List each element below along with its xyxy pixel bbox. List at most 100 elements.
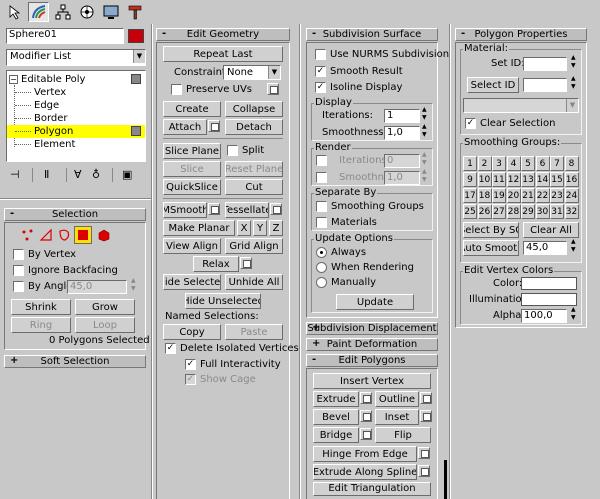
create-tab[interactable] — [4, 2, 25, 22]
stack-item-editable-poly[interactable]: − Editable Poly — [9, 73, 143, 86]
smoothing-group-button[interactable]: 18 — [477, 188, 492, 203]
render-smoothness-spinner[interactable] — [422, 168, 430, 185]
smoothing-group-button[interactable]: 31 — [550, 204, 564, 219]
reset-plane-button[interactable]: Reset Plane — [225, 161, 283, 177]
render-smoothness-input[interactable]: 1,0 — [384, 171, 420, 185]
paint-deformation-rollout-header[interactable]: + Paint Deformation — [306, 338, 438, 351]
stack-item-vertex[interactable]: Vertex — [15, 86, 145, 99]
quickslice-button[interactable]: QuickSlice — [163, 179, 221, 195]
subdivision-displacement-rollout-header[interactable]: + Subdivision Displacement — [306, 322, 438, 335]
edit-polygons-rollout-header[interactable]: - Edit Polygons — [306, 354, 438, 367]
angle-spinner[interactable] — [131, 277, 139, 294]
smoothing-group-button[interactable]: 8 — [564, 156, 579, 171]
use-nurms-checkbox[interactable]: Use NURMS Subdivision — [315, 49, 449, 60]
subdivision-surface-rollout-header[interactable]: - Subdivision Surface — [306, 28, 438, 41]
smoothing-group-button[interactable]: 17 — [463, 188, 477, 203]
loop-button[interactable]: Loop — [75, 317, 135, 333]
collapse-button[interactable]: Collapse — [225, 101, 283, 117]
bridge-settings-icon[interactable] — [360, 428, 372, 440]
bevel-settings-icon[interactable] — [360, 410, 372, 422]
material-name-dropdown[interactable]: ▼ — [463, 98, 579, 113]
make-planar-button[interactable]: Make Planar — [163, 220, 235, 236]
slice-plane-button[interactable]: Slice Plane — [163, 143, 221, 159]
smoothing-group-button[interactable]: 30 — [535, 204, 550, 219]
hide-selected-button[interactable]: Hide Selected — [163, 274, 221, 290]
split-checkbox[interactable]: Split — [227, 145, 264, 156]
ring-button[interactable]: Ring — [11, 317, 71, 333]
grid-align-button[interactable]: Grid Align — [225, 238, 283, 254]
relax-button[interactable]: Relax — [193, 256, 239, 272]
detach-button[interactable]: Detach — [225, 119, 283, 135]
smoothing-group-button[interactable]: 27 — [492, 204, 506, 219]
motion-tab[interactable] — [76, 2, 97, 22]
smoothing-group-button[interactable]: 21 — [521, 188, 535, 203]
smoothing-group-button[interactable]: 1 — [463, 156, 477, 171]
repeat-last-button[interactable]: Repeat Last — [163, 46, 283, 62]
select-by-sg-button[interactable]: Select By SG — [463, 222, 519, 238]
make-unique-icon[interactable]: ∀ — [74, 168, 90, 182]
by-vertex-checkbox[interactable]: By Vertex — [13, 249, 76, 260]
preserve-uvs-checkbox[interactable]: Preserve UVs — [171, 84, 252, 95]
smoothing-group-button[interactable]: 7 — [550, 156, 564, 171]
tessellate-settings-icon[interactable] — [270, 203, 282, 215]
smoothing-group-button[interactable]: 5 — [521, 156, 535, 171]
smoothing-group-button[interactable]: 14 — [535, 172, 550, 187]
msmooth-button[interactable]: MSmooth — [163, 202, 207, 218]
msmooth-settings-icon[interactable] — [208, 203, 220, 215]
extrude-along-spline-button[interactable]: Extrude Along Spline — [313, 464, 417, 480]
stack-item-element[interactable]: Element — [15, 138, 145, 151]
hierarchy-tab[interactable] — [52, 2, 73, 22]
unhide-all-button[interactable]: Unhide All — [225, 274, 283, 290]
always-radio[interactable]: Always — [316, 247, 366, 258]
auto-smooth-button[interactable]: Auto Smooth — [463, 240, 519, 256]
show-end-result-icon[interactable]: Ⅱ — [44, 168, 60, 182]
hide-unselected-button[interactable]: Hide Unselected — [185, 293, 261, 309]
select-id-spinner[interactable] — [571, 75, 579, 92]
polygon-mode-icon[interactable] — [74, 226, 92, 244]
grow-button[interactable]: Grow — [75, 299, 135, 315]
inset-settings-icon[interactable] — [420, 410, 432, 422]
smoothing-group-button[interactable]: 29 — [521, 204, 535, 219]
smoothness-input[interactable]: 1,0 — [384, 126, 420, 140]
paste-button[interactable]: Paste — [225, 324, 283, 340]
alpha-spinner[interactable] — [571, 306, 579, 323]
preserve-uvs-settings-icon[interactable] — [267, 83, 279, 95]
smoothing-group-button[interactable]: 12 — [506, 172, 521, 187]
render-iterations-input[interactable]: 0 — [384, 154, 420, 168]
cut-button[interactable]: Cut — [225, 179, 283, 195]
set-id-input[interactable] — [523, 57, 567, 71]
remove-modifier-icon[interactable]: ♁ — [92, 168, 108, 182]
auto-smooth-input[interactable]: 45,0 — [523, 241, 567, 255]
smoothness-spinner[interactable] — [422, 123, 430, 140]
stack-item-edge[interactable]: Edge — [15, 99, 145, 112]
delete-isolated-vertices-checkbox[interactable]: ✓ Delete Isolated Vertices — [165, 343, 299, 354]
smoothing-group-button[interactable]: 24 — [564, 188, 579, 203]
smoothing-group-button[interactable]: 26 — [477, 204, 492, 219]
border-mode-icon[interactable] — [57, 228, 71, 242]
stack-item-polygon[interactable]: Polygon — [7, 125, 145, 138]
bevel-button[interactable]: Bevel — [313, 409, 359, 425]
smoothing-group-button[interactable]: 16 — [564, 172, 579, 187]
isoline-display-checkbox[interactable]: ✓ Isoline Display — [315, 82, 402, 93]
modifier-list-dropdown[interactable]: Modifier List ▼ — [6, 49, 146, 66]
element-mode-icon[interactable] — [97, 228, 111, 242]
soft-selection-rollout-header[interactable]: + Soft Selection — [4, 355, 146, 368]
extrude-button[interactable]: Extrude — [313, 391, 359, 407]
edit-geometry-rollout-header[interactable]: - Edit Geometry — [156, 28, 290, 41]
smoothing-group-button[interactable]: 32 — [564, 204, 579, 219]
smoothing-group-button[interactable]: 19 — [492, 188, 506, 203]
edge-mode-icon[interactable] — [39, 228, 53, 242]
extrude-settings-icon[interactable] — [360, 392, 372, 404]
smoothing-group-button[interactable]: 2 — [477, 156, 492, 171]
hinge-from-edge-button[interactable]: Hinge From Edge — [313, 446, 417, 462]
smoothing-group-button[interactable]: 13 — [521, 172, 535, 187]
full-interactivity-checkbox[interactable]: ✓ Full Interactivity — [185, 359, 281, 370]
insert-vertex-button[interactable]: Insert Vertex — [313, 373, 431, 389]
select-id-input[interactable] — [523, 78, 567, 92]
smoothing-group-button[interactable]: 11 — [492, 172, 506, 187]
set-id-spinner[interactable] — [571, 54, 579, 71]
ignore-backfacing-checkbox[interactable]: Ignore Backfacing — [13, 265, 118, 276]
smoothing-group-button[interactable]: 4 — [506, 156, 521, 171]
outline-settings-icon[interactable] — [420, 392, 432, 404]
slice-button[interactable]: Slice — [163, 161, 221, 177]
